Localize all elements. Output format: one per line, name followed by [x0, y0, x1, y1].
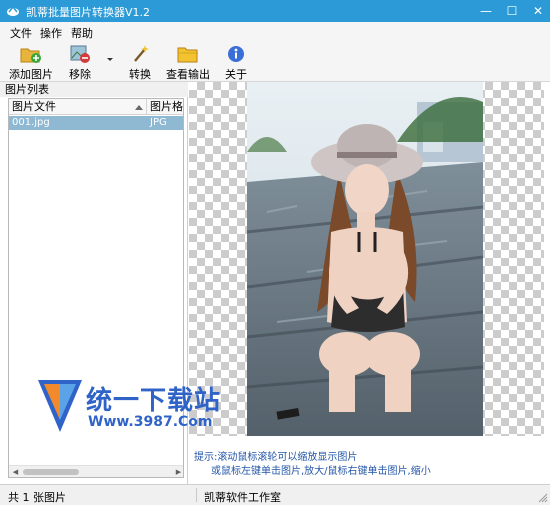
about-button[interactable]: 关于	[222, 42, 250, 82]
remove-image-icon	[70, 45, 90, 63]
remove-label: 移除	[69, 68, 91, 81]
horizontal-scrollbar[interactable]: ◀ ▶	[9, 465, 183, 477]
sort-up-icon	[135, 105, 143, 110]
app-icon	[7, 5, 19, 16]
status-divider	[196, 488, 197, 502]
view-output-label: 查看输出	[166, 68, 210, 81]
row-file-cell: 001.jpg	[12, 117, 50, 128]
add-image-label: 添加图片	[9, 68, 53, 81]
maximize-icon[interactable]: ☐	[500, 0, 524, 22]
preview-photo[interactable]	[247, 82, 483, 436]
row-format-cell: JPG	[150, 117, 167, 128]
title-bar: 凯蒂批量图片转换器V1.2 — ☐ ✕	[0, 0, 550, 22]
minimize-icon[interactable]: —	[474, 0, 498, 22]
table-row[interactable]: 001.jpg JPG	[9, 116, 183, 130]
add-image-button[interactable]: 添加图片	[8, 42, 54, 82]
scroll-right-icon[interactable]: ▶	[172, 466, 183, 477]
magic-wand-icon	[134, 45, 149, 62]
close-icon[interactable]: ✕	[526, 0, 550, 22]
watermark: 统一下载站 Www.3987.Com	[36, 376, 236, 436]
chevron-down-icon[interactable]	[105, 54, 115, 64]
hint-line-2: 或鼠标左键单击图片,放大/鼠标右键单击图片,缩小	[211, 466, 431, 477]
folder-icon	[177, 47, 198, 63]
column-header-format[interactable]: 图片格式	[147, 99, 183, 115]
watermark-url: Www.3987.Com	[88, 414, 213, 430]
hint-line-1: 提示:滚动鼠标滚轮可以缩放显示图片	[194, 452, 358, 463]
image-preview-area[interactable]	[189, 82, 544, 436]
view-output-button[interactable]: 查看输出	[166, 42, 210, 82]
menu-bar: 文件 操作 帮助	[0, 22, 550, 42]
resize-grip-icon[interactable]	[538, 493, 548, 503]
status-bar: 共 1 张图片 凯蒂软件工作室	[0, 484, 550, 505]
menu-help[interactable]: 帮助	[71, 25, 93, 41]
status-studio: 凯蒂软件工作室	[204, 491, 281, 504]
add-folder-icon	[20, 48, 41, 63]
toolbar: 添加图片 移除 转换 查看输出 关于	[0, 42, 550, 82]
convert-label: 转换	[129, 68, 151, 81]
menu-operate[interactable]: 操作	[40, 25, 62, 41]
list-header: 图片文件 图片格式	[9, 99, 183, 115]
status-image-count: 共 1 张图片	[8, 491, 66, 504]
convert-button[interactable]: 转换	[124, 42, 156, 82]
column-header-file[interactable]: 图片文件	[9, 99, 147, 115]
watermark-name: 统一下载站	[86, 386, 222, 416]
hint-panel: 提示:滚动鼠标滚轮可以缩放显示图片 或鼠标左键单击图片,放大/鼠标右键单击图片,…	[189, 436, 544, 484]
scroll-thumb[interactable]	[23, 469, 79, 475]
watermark-logo-icon	[38, 380, 82, 432]
image-list-title: 图片列表	[0, 82, 188, 97]
info-icon	[228, 46, 244, 62]
scroll-left-icon[interactable]: ◀	[9, 466, 22, 477]
remove-button[interactable]: 移除	[64, 42, 96, 82]
window-title: 凯蒂批量图片转换器V1.2	[26, 6, 151, 19]
about-label: 关于	[225, 68, 247, 81]
menu-file[interactable]: 文件	[10, 25, 32, 41]
